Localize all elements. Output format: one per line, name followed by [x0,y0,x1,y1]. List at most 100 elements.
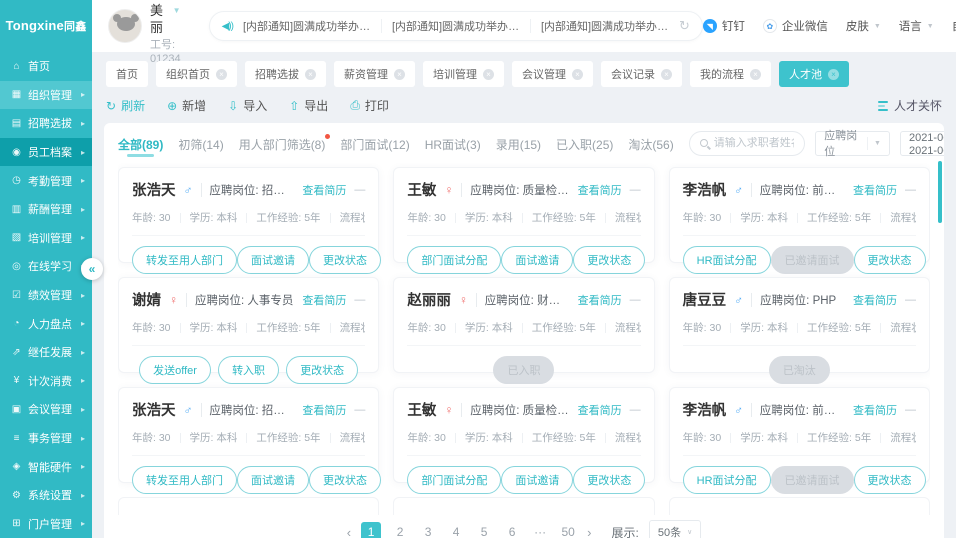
prev-page-button[interactable]: ‹ [347,525,351,538]
sidebar-item-hr-review[interactable]: ◔人力盘点▸ [0,309,92,338]
position-select[interactable]: 应聘岗位▼ [815,131,890,156]
search-input[interactable] [714,137,795,149]
skin-dropdown[interactable]: 皮肤▼ [846,18,881,34]
page-button[interactable]: 4 [447,525,465,538]
sidebar-item-payroll[interactable]: ▥薪酬管理▸ [0,195,92,224]
collapse-card-icon[interactable]: — [630,294,641,306]
scrollbar-thumb[interactable] [938,161,942,223]
collapse-card-icon[interactable]: — [354,404,365,416]
sidebar-item-affairs[interactable]: ≡事务管理▸ [0,424,92,453]
view-resume-link[interactable]: 查看简历 [853,292,897,308]
convert-to-hire-button[interactable]: 转入职 [218,356,279,384]
tab-org-home[interactable]: 组织首页× [156,61,237,87]
collapse-card-icon[interactable]: — [630,404,641,416]
view-resume-link[interactable]: 查看简历 [578,182,622,198]
tab-meeting-records[interactable]: 会议记录× [601,61,682,87]
collapse-card-icon[interactable]: — [354,294,365,306]
view-resume-link[interactable]: 查看简历 [302,182,346,198]
change-status-button[interactable]: 更改状态 [573,466,645,494]
sidebar-item-training[interactable]: ▧培训管理▸ [0,224,92,253]
sidebar-item-home[interactable]: ⌂首页 [0,52,92,81]
import-button[interactable]: ⇩导入 [228,97,267,114]
sidebar-item-org[interactable]: ▦组织管理▸ [0,81,92,110]
collapse-card-icon[interactable]: — [354,184,365,196]
sidebar-item-performance[interactable]: ☑绩效管理▸ [0,281,92,310]
collapse-card-icon[interactable]: — [630,184,641,196]
refresh-notices-icon[interactable]: ↻ [679,18,690,34]
custom-desktop-dropdown[interactable]: 自定义桌面▼ [952,18,956,34]
close-icon[interactable]: × [305,69,316,80]
collapse-card-icon[interactable]: — [905,184,916,196]
tab-my-process[interactable]: 我的流程× [690,61,771,87]
change-status-button[interactable]: 更改状态 [309,246,381,274]
refresh-button[interactable]: ↻刷新 [106,97,145,114]
notice-item[interactable]: [内部通知]圆满成功举办首人协会员... [392,18,520,34]
sidebar-collapse-button[interactable]: « [81,258,103,280]
change-status-button[interactable]: 更改状态 [286,356,358,384]
filter-tab-onboarded[interactable]: 已入职(25) [556,126,613,161]
interview-invite-button[interactable]: 面试邀请 [237,466,309,494]
notice-item[interactable]: [内部通知]圆满成功举办首人协会员... [541,18,669,34]
close-icon[interactable]: × [750,69,761,80]
tab-home[interactable]: 首页 [106,61,148,87]
language-dropdown[interactable]: 语言▼ [899,18,934,34]
view-resume-link[interactable]: 查看简历 [578,402,622,418]
sidebar-item-smart-hardware[interactable]: ◈智能硬件▸ [0,452,92,481]
sidebar-item-attendance[interactable]: ◷考勤管理▸ [0,166,92,195]
wecom-link[interactable]: ✿企业微信 [763,18,828,34]
export-button[interactable]: ⇧导出 [289,97,328,114]
page-size-select[interactable]: 50条∨ [649,520,701,538]
view-resume-link[interactable]: 查看简历 [302,402,346,418]
close-icon[interactable]: × [394,69,405,80]
filter-tab-hr-interview[interactable]: HR面试(3) [425,126,481,161]
tab-talent-pool[interactable]: 人才池× [779,61,849,87]
user-name-dropdown[interactable]: 王美丽▼ [150,0,181,37]
change-status-button[interactable]: 更改状态 [309,466,381,494]
close-icon[interactable]: × [828,69,839,80]
collapse-card-icon[interactable]: — [905,294,916,306]
sidebar-item-meetings[interactable]: ▣会议管理▸ [0,395,92,424]
close-icon[interactable]: × [661,69,672,80]
close-icon[interactable]: × [483,69,494,80]
page-button[interactable]: 3 [419,525,437,538]
dept-interview-assign-button[interactable]: 部门面试分配 [407,466,501,494]
sidebar-item-settings[interactable]: ⚙系统设置▸ [0,481,92,510]
change-status-button[interactable]: 更改状态 [854,466,926,494]
filter-tab-eliminated[interactable]: 淘汰(56) [628,126,673,161]
add-button[interactable]: ⊕新增 [167,97,206,114]
next-page-button[interactable]: › [587,525,591,538]
hr-interview-assign-button[interactable]: HR面试分配 [683,466,771,494]
forward-to-department-button[interactable]: 转发至用人部门 [132,246,237,274]
change-status-button[interactable]: 更改状态 [573,246,645,274]
page-button[interactable]: 1 [361,522,381,538]
sidebar-item-elearning[interactable]: ◎在线学习▸ [0,252,92,281]
dept-interview-assign-button[interactable]: 部门面试分配 [407,246,501,274]
sidebar-item-succession[interactable]: ⇗继任发展▸ [0,338,92,367]
date-range-picker[interactable]: 2021-06-01至2021-06-21 [900,131,944,156]
view-resume-link[interactable]: 查看简历 [302,292,346,308]
page-button[interactable]: 6 [503,525,521,538]
interview-invite-button[interactable]: 面试邀请 [237,246,309,274]
close-icon[interactable]: × [216,69,227,80]
page-button[interactable]: 5 [475,525,493,538]
interview-invite-button[interactable]: 面试邀请 [501,466,573,494]
view-resume-link[interactable]: 查看简历 [853,182,897,198]
hr-interview-assign-button[interactable]: HR面试分配 [683,246,771,274]
page-button[interactable]: 2 [391,525,409,538]
page-ellipsis[interactable]: ··· [531,525,549,538]
page-button[interactable]: 50 [559,525,577,538]
sidebar-item-recruit[interactable]: ▤招聘选拔▸ [0,109,92,138]
forward-to-department-button[interactable]: 转发至用人部门 [132,466,237,494]
interview-invite-button[interactable]: 面试邀请 [501,246,573,274]
avatar[interactable] [108,9,142,43]
view-resume-link[interactable]: 查看简历 [578,292,622,308]
view-resume-link[interactable]: 查看简历 [853,402,897,418]
tab-salary[interactable]: 薪资管理× [334,61,415,87]
collapse-card-icon[interactable]: — [905,404,916,416]
close-icon[interactable]: × [572,69,583,80]
talent-relation-button[interactable]: 人才关怀 [878,97,942,114]
sidebar-item-employee-files[interactable]: ◉员工档案▸ [0,138,92,167]
change-status-button[interactable]: 更改状态 [854,246,926,274]
send-offer-button[interactable]: 发送offer [139,356,211,384]
notice-item[interactable]: [内部通知]圆满成功举办首人协会员... [243,18,371,34]
